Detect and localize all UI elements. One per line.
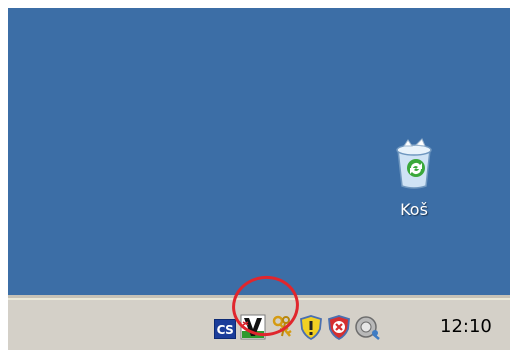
security-alert-shield-icon[interactable] [326, 314, 352, 340]
recycle-bin-icon [396, 138, 432, 189]
volume-icon[interactable] [354, 314, 380, 340]
clock[interactable]: 12:10 [440, 315, 492, 339]
screen: Koš CS 12:10 [8, 8, 510, 350]
desktop[interactable]: Koš [8, 8, 510, 295]
recycle-bin-label: Koš [400, 200, 428, 219]
security-shield-icon[interactable] [298, 314, 324, 340]
recycle-bin[interactable]: Koš [384, 138, 444, 234]
language-indicator[interactable]: CS [214, 319, 236, 339]
